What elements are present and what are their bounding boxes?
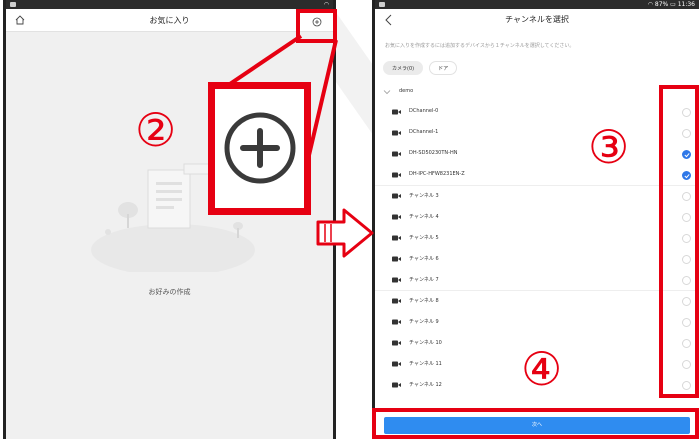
- step-2-marker: ②: [135, 103, 177, 157]
- camera-icon: [392, 193, 401, 199]
- camera-icon: [392, 382, 401, 388]
- channel-row[interactable]: チャンネル 8: [375, 291, 699, 312]
- channel-label: チャンネル 8: [409, 298, 439, 304]
- camera-icon: [392, 319, 401, 325]
- channel-label: DH-IPC-HFW8231EN-Z: [409, 171, 465, 177]
- channel-label: チャンネル 10: [409, 340, 442, 346]
- channel-row[interactable]: DChannel-1: [375, 123, 699, 144]
- add-circle-icon: [224, 112, 296, 184]
- camera-icon: [392, 256, 401, 262]
- top-bar: チャンネルを選択: [375, 9, 699, 31]
- channel-row[interactable]: チャンネル 6: [375, 249, 699, 270]
- wifi-icon: ◠: [647, 1, 655, 8]
- device-group-label: demo: [399, 88, 414, 94]
- channel-label: チャンネル 3: [409, 193, 439, 199]
- step-3-marker: ③: [588, 120, 630, 174]
- channel-label: DChannel-0: [409, 108, 439, 114]
- status-bar: ◠ 87% ▭ 11:36: [375, 0, 699, 9]
- channel-row[interactable]: チャンネル 7: [375, 270, 699, 291]
- battery-level: 87%: [654, 1, 669, 8]
- status-info: ◠ 87% ▭ 11:36: [648, 0, 695, 9]
- device-group-row[interactable]: demo: [375, 84, 699, 101]
- step-4-marker: ④: [521, 342, 563, 396]
- camera-icon: [392, 214, 401, 220]
- channel-row[interactable]: チャンネル 3: [375, 186, 699, 207]
- highlight-checkboxes: [659, 85, 699, 398]
- screenshot-stage: ◠ お気に入り お好みの作成 ② ◠ 87% ▭ 11:36 チャンネルを選択 …: [0, 0, 699, 439]
- channel-row[interactable]: チャンネル 9: [375, 312, 699, 333]
- tab-camera[interactable]: カメラ(0): [383, 61, 424, 75]
- channel-label: チャンネル 11: [409, 361, 442, 367]
- channel-label: チャンネル 4: [409, 214, 439, 220]
- camera-icon: [392, 151, 401, 157]
- channel-label: チャンネル 6: [409, 256, 439, 262]
- highlight-add-button: [296, 9, 337, 43]
- camera-icon: [392, 361, 401, 367]
- channel-label: チャンネル 9: [409, 319, 439, 325]
- battery-icon: ▭: [668, 1, 678, 8]
- channel-row[interactable]: DH-IPC-HFW8231EN-Z: [375, 165, 699, 186]
- channel-label: チャンネル 12: [409, 382, 442, 388]
- channel-label: DChannel-1: [409, 129, 439, 135]
- camera-icon: [392, 109, 401, 115]
- tab-door[interactable]: ドア: [429, 61, 458, 75]
- channel-row[interactable]: DChannel-0: [375, 102, 699, 123]
- camera-icon: [392, 277, 401, 283]
- camera-icon: [392, 298, 401, 304]
- camera-icon: [392, 340, 401, 346]
- camera-icon: [392, 172, 401, 178]
- camera-icon: [392, 130, 401, 136]
- clock: 11:36: [677, 1, 695, 8]
- channel-row[interactable]: チャンネル 4: [375, 207, 699, 228]
- channel-label: チャンネル 5: [409, 235, 439, 241]
- camera-icon: [392, 235, 401, 241]
- highlight-next-button: [372, 408, 699, 439]
- instruction-text: お気に入りを作成するには追加するデバイスから１チャンネルを選択してください。: [385, 43, 575, 49]
- channel-label: チャンネル 7: [409, 277, 439, 283]
- filter-tabs: カメラ(0) ドア: [383, 61, 463, 75]
- notification-icon: [379, 2, 385, 7]
- channel-label: DH-SD50230TN-HN: [409, 150, 458, 156]
- channel-row[interactable]: DH-SD50230TN-HN: [375, 144, 699, 165]
- page-title: チャンネルを選択: [505, 15, 569, 24]
- channel-row[interactable]: チャンネル 5: [375, 228, 699, 249]
- zoomed-add-button: [208, 82, 311, 215]
- transition-arrow-icon: [316, 208, 374, 258]
- chevron-down-icon: [383, 90, 391, 95]
